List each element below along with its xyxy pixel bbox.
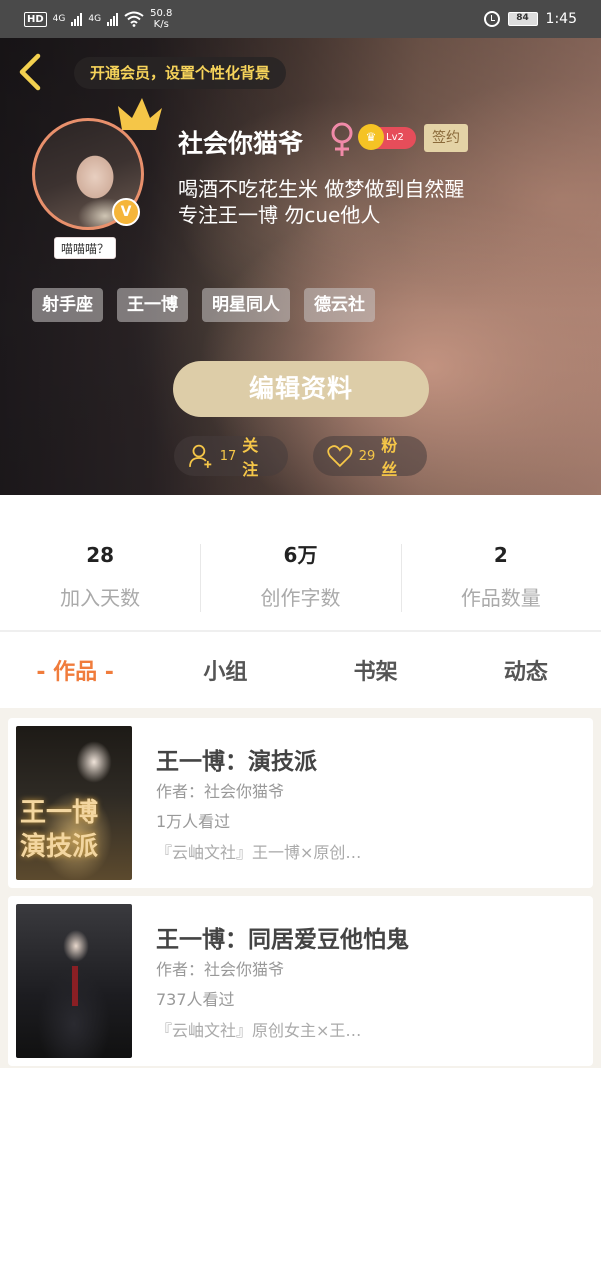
tab-bar: - 作品 - 小组 书架 动态 bbox=[0, 642, 601, 704]
stats-row: 28 加入天数 6万 创作字数 2 作品数量 bbox=[0, 540, 601, 616]
stat-word-count: 6万 创作字数 bbox=[200, 540, 400, 616]
cover-title-text: 王一博 演技派 bbox=[20, 798, 99, 862]
work-cover bbox=[16, 904, 132, 1058]
verified-badge: V bbox=[112, 198, 140, 226]
vip-background-banner[interactable]: 开通会员，设置个性化背景 bbox=[74, 57, 287, 89]
network-speed: 50.8 K/s bbox=[150, 8, 173, 30]
tab-works[interactable]: - 作品 - bbox=[0, 642, 150, 704]
work-views: 1万人看过 bbox=[156, 812, 231, 831]
nickname: 社会你猫爷 bbox=[178, 129, 304, 158]
bio-line-2: 专注王一博 勿cue他人 bbox=[178, 203, 381, 227]
signed-badge: 签约 bbox=[424, 124, 468, 152]
stat-label: 加入天数 bbox=[60, 586, 141, 610]
tag-list: 射手座 王一博 明星同人 德云社 bbox=[32, 288, 375, 322]
profile-header: 开通会员，设置个性化背景 V 喵喵喵？ 社会你猫爷 ♛ Lv2 签约 喝酒不吃花… bbox=[0, 38, 601, 495]
work-cover: 王一博 演技派 bbox=[16, 726, 132, 880]
work-title: 王一博：同居爱豆他怕鬼 bbox=[156, 927, 409, 953]
crown-icon bbox=[118, 98, 162, 130]
work-description: 『云岫文社』原创女主×王… bbox=[156, 1021, 362, 1040]
following-label: 关注 bbox=[242, 436, 259, 479]
level-badge: ♛ Lv2 bbox=[358, 124, 416, 150]
stat-value: 2 bbox=[493, 543, 508, 567]
wifi-icon bbox=[124, 11, 144, 27]
work-views: 737人看过 bbox=[156, 990, 235, 1009]
level-text: Lv2 bbox=[386, 132, 404, 143]
fans-count: 29 bbox=[358, 448, 376, 464]
network-type-1: 4G bbox=[52, 14, 66, 24]
work-card[interactable]: 王一博 演技派 王一博：演技派 作者：社会你猫爷 1万人看过 『云岫文社』王一博×… bbox=[8, 718, 593, 888]
tag-item[interactable]: 射手座 bbox=[32, 288, 103, 322]
level-crown-icon: ♛ bbox=[358, 124, 384, 150]
tab-groups[interactable]: 小组 bbox=[150, 642, 300, 704]
heart-icon bbox=[327, 445, 353, 468]
work-author: 作者：社会你猫爷 bbox=[156, 960, 285, 979]
tab-activity[interactable]: 动态 bbox=[451, 642, 601, 704]
stat-label: 创作字数 bbox=[260, 586, 341, 610]
avatar-caption: 喵喵喵？ bbox=[54, 237, 117, 259]
following-count: 17 bbox=[219, 448, 237, 464]
tag-item[interactable]: 王一博 bbox=[117, 288, 188, 322]
fans-label: 粉丝 bbox=[381, 436, 398, 479]
stat-label: 作品数量 bbox=[460, 586, 541, 610]
stat-value: 6万 bbox=[283, 543, 318, 567]
following-button[interactable]: 17 关注 bbox=[174, 436, 288, 479]
hd-indicator: HD bbox=[24, 11, 47, 27]
alarm-icon bbox=[483, 11, 500, 27]
user-add-icon bbox=[189, 444, 212, 468]
tab-bookshelf[interactable]: 书架 bbox=[301, 642, 451, 704]
back-arrow-icon[interactable] bbox=[14, 52, 46, 92]
fans-button[interactable]: 29 粉丝 bbox=[313, 436, 427, 479]
work-card[interactable]: 王一博：同居爱豆他怕鬼 作者：社会你猫爷 737人看过 『云岫文社』原创女主×王… bbox=[8, 896, 593, 1066]
stat-join-days: 28 加入天数 bbox=[0, 540, 200, 616]
clock: 1:45 bbox=[545, 11, 577, 27]
signal-icon-2 bbox=[107, 12, 119, 26]
network-type-2: 4G bbox=[88, 14, 102, 24]
stat-value: 28 bbox=[86, 543, 115, 567]
tag-item[interactable]: 明星同人 bbox=[202, 288, 290, 322]
cover-figure bbox=[72, 966, 78, 1006]
work-title: 王一博：演技派 bbox=[156, 749, 317, 775]
battery-icon: 84 bbox=[507, 12, 538, 26]
bio: 喝酒不吃花生米 做梦做到自然醒 专注王一博 勿cue他人 bbox=[178, 176, 464, 228]
signal-icon bbox=[71, 12, 83, 26]
edit-profile-button[interactable]: 编辑资料 bbox=[173, 361, 429, 417]
female-icon bbox=[331, 122, 353, 156]
work-description: 『云岫文社』王一博×原创… bbox=[156, 843, 362, 862]
stat-works-count: 2 作品数量 bbox=[400, 540, 601, 616]
tag-item[interactable]: 德云社 bbox=[304, 288, 375, 322]
works-list: 王一博 演技派 王一博：演技派 作者：社会你猫爷 1万人看过 『云岫文社』王一博×… bbox=[0, 708, 601, 1068]
avatar[interactable]: V bbox=[32, 98, 162, 230]
work-author: 作者：社会你猫爷 bbox=[156, 782, 285, 801]
divider bbox=[0, 630, 601, 632]
bio-line-1: 喝酒不吃花生米 做梦做到自然醒 bbox=[178, 177, 465, 201]
status-bar: HD 4G 4G 50.8 K/s 84 1:45 bbox=[0, 0, 601, 38]
